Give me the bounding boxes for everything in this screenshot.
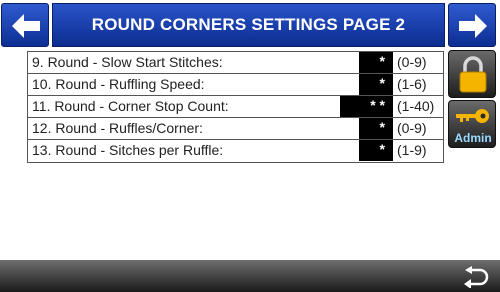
setting-value-field[interactable]: * [359,74,393,95]
bottom-bar [0,260,500,292]
back-button[interactable] [456,264,496,290]
return-arrow-icon [464,266,489,288]
setting-label: 12. Round - Ruffles/Corner: [32,120,203,136]
setting-value-field[interactable]: * [359,52,393,73]
setting-value-field[interactable]: * [359,118,393,139]
setting-label: 9. Round - Slow Start Stitches: [32,54,223,70]
setting-value-field[interactable]: * [359,140,393,161]
setting-range: (1-6) [397,76,427,92]
setting-row-corner-stop-count: 11. Round - Corner Stop Count: * * (1-40… [28,96,443,118]
key-icon [456,109,489,123]
setting-row-slow-start-stitches: 9. Round - Slow Start Stitches: * (0-9) [28,52,443,74]
admin-label: Admin [454,131,492,145]
previous-page-button[interactable] [1,3,49,47]
arrow-right-icon [459,14,487,38]
lock-icon [459,56,487,93]
arrow-left-icon [12,14,40,38]
setting-range: (0-9) [397,120,427,136]
setting-row-stitches-per-ruffle: 13. Round - Sitches per Ruffle: * (1-9) [28,140,443,162]
settings-table: 9. Round - Slow Start Stitches: * (0-9) … [27,51,444,163]
setting-range: (0-9) [397,54,427,70]
setting-label: 13. Round - Sitches per Ruffle: [32,142,224,158]
setting-row-ruffles-per-corner: 12. Round - Ruffles/Corner: * (0-9) [28,118,443,140]
page-title: ROUND CORNERS SETTINGS PAGE 2 [52,3,445,47]
admin-button[interactable]: Admin [448,100,496,148]
setting-range: (1-9) [397,142,427,158]
lock-button[interactable] [448,50,496,98]
setting-label: 10. Round - Ruffling Speed: [32,76,205,92]
setting-row-ruffling-speed: 10. Round - Ruffling Speed: * (1-6) [28,74,443,96]
next-page-button[interactable] [448,3,496,47]
setting-range: (1-40) [397,98,435,114]
setting-value-field[interactable]: * * [340,96,393,117]
setting-label: 11. Round - Corner Stop Count: [32,98,229,114]
title-bar: ROUND CORNERS SETTINGS PAGE 2 [0,0,500,50]
